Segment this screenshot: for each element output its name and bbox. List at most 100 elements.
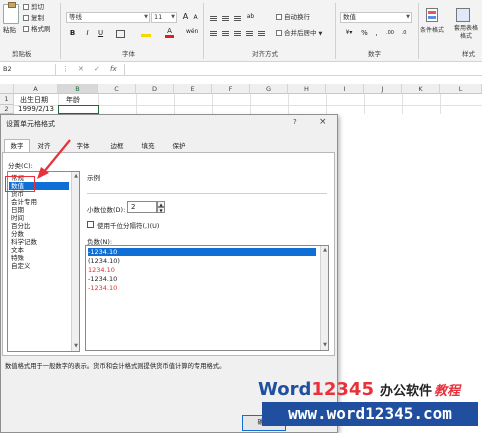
merge-center-button[interactable]: 合并后居中 ▼ — [276, 29, 322, 39]
alignment-group-label: 对齐方式 — [252, 50, 278, 58]
cut-button[interactable]: 剪切 — [23, 3, 44, 12]
fill-color-icon[interactable] — [141, 29, 151, 37]
list-item[interactable]: 时间 — [11, 214, 69, 222]
column-header[interactable]: I — [326, 84, 364, 94]
phonetic-icon[interactable]: wén — [186, 27, 198, 37]
column-header[interactable]: E — [174, 84, 212, 94]
increase-font-icon[interactable]: A — [181, 12, 190, 22]
paste-icon[interactable] — [3, 2, 19, 24]
italic-icon[interactable]: I — [83, 28, 92, 38]
list-item[interactable]: -1234.10 — [88, 284, 316, 292]
list-item[interactable]: -1234.10 — [88, 275, 316, 283]
format-as-table-button[interactable]: 套用表格格式 — [453, 25, 479, 41]
column-header[interactable]: G — [250, 84, 288, 94]
column-header[interactable]: F — [212, 84, 250, 94]
formula-input[interactable] — [125, 64, 482, 75]
align-center-icon[interactable] — [222, 31, 229, 32]
align-bottom-icon[interactable] — [234, 16, 241, 17]
category-scrollbar[interactable]: ▲ ▼ — [71, 172, 79, 351]
list-item[interactable]: 百分比 — [11, 222, 69, 230]
align-top-icon[interactable] — [210, 16, 217, 17]
list-item[interactable]: 会计专用 — [11, 198, 69, 206]
increase-indent-icon[interactable] — [258, 31, 265, 32]
selected-cell-b2[interactable] — [58, 105, 99, 114]
font-name-value: 等线 — [69, 13, 82, 21]
select-all-corner[interactable] — [0, 84, 14, 94]
watermark-number: 12345 — [311, 379, 374, 400]
column-header[interactable]: H — [288, 84, 326, 94]
ribbon: 粘贴 剪切 复制 格式刷 剪贴板 等线 ▼ 11 ▼ A A B I U A wén… — [0, 0, 482, 62]
list-item-selected[interactable]: -1234.10 — [88, 248, 316, 256]
number-format-select[interactable]: 数值 ▼ — [340, 12, 412, 23]
tab-fill[interactable]: 填充 — [135, 139, 161, 152]
copy-button[interactable]: 复制 — [23, 14, 44, 23]
tab-border[interactable]: 边框 — [104, 139, 130, 152]
scroll-up-icon[interactable]: ▲ — [321, 247, 329, 253]
font-group-label: 字体 — [122, 50, 135, 58]
insert-function-icon[interactable]: fx — [110, 64, 117, 75]
column-header[interactable]: C — [98, 84, 136, 94]
table-format-icon[interactable] — [456, 8, 470, 22]
list-item[interactable]: 科学记数 — [11, 238, 69, 246]
list-item[interactable]: (1234.10) — [88, 257, 316, 265]
list-item[interactable]: 分数 — [11, 230, 69, 238]
negative-scrollbar[interactable]: ▲ ▼ — [320, 246, 328, 350]
list-item[interactable]: 特殊 — [11, 254, 69, 262]
help-icon[interactable]: ? — [293, 118, 297, 126]
align-right-icon[interactable] — [234, 31, 241, 32]
column-header[interactable]: L — [440, 84, 482, 94]
decimal-places-input[interactable]: 2 — [127, 201, 157, 213]
decrease-font-icon[interactable]: A — [191, 13, 200, 23]
sample-preview — [87, 180, 327, 194]
cell-a2[interactable]: 1999/2/13 — [18, 105, 54, 114]
category-list[interactable]: 常规 数值 货币 会计专用 日期 时间 百分比 分数 科学记数 文本 特殊 自定… — [7, 171, 80, 352]
cancel-icon[interactable]: ✕ — [78, 64, 84, 75]
column-header[interactable]: J — [364, 84, 402, 94]
bold-icon[interactable]: B — [68, 28, 77, 38]
percent-icon[interactable]: % — [360, 28, 369, 38]
font-size-select[interactable]: 11 ▼ — [151, 12, 177, 23]
conditional-format-button[interactable]: 条件格式 — [420, 26, 444, 35]
row-header[interactable]: 2 — [0, 105, 14, 114]
negative-numbers-list[interactable]: -1234.10 (1234.10) 1234.10 -1234.10 -123… — [85, 245, 329, 351]
font-name-select[interactable]: 等线 ▼ — [66, 12, 150, 23]
comma-icon[interactable]: , — [372, 28, 381, 38]
column-header[interactable]: K — [402, 84, 440, 94]
currency-icon[interactable]: ¥▾ — [342, 28, 356, 38]
border-icon[interactable] — [116, 30, 125, 38]
list-item[interactable]: 1234.10 — [88, 266, 316, 274]
gridline — [364, 94, 365, 114]
list-item[interactable]: 日期 — [11, 206, 69, 214]
decrease-indent-icon[interactable] — [246, 31, 253, 32]
scroll-down-icon[interactable]: ▼ — [72, 343, 80, 349]
clipboard-group-label: 剪贴板 — [12, 50, 32, 58]
gridline — [288, 94, 289, 114]
list-item[interactable]: 自定义 — [11, 262, 69, 270]
tab-protection[interactable]: 保护 — [166, 139, 192, 152]
conditional-format-icon[interactable] — [426, 8, 438, 22]
close-icon[interactable]: × — [319, 117, 327, 127]
list-item[interactable]: 文本 — [11, 246, 69, 254]
increase-decimal-icon[interactable]: .00 — [384, 28, 396, 38]
align-middle-icon[interactable] — [222, 16, 229, 17]
underline-icon[interactable]: U — [96, 28, 105, 38]
decrease-decimal-icon[interactable]: .0 — [398, 28, 410, 38]
wrap-text-button[interactable]: 自动换行 — [276, 13, 310, 22]
column-header[interactable]: D — [136, 84, 174, 94]
align-left-icon[interactable] — [210, 31, 217, 32]
annotation-arrow-icon — [37, 139, 71, 179]
format-painter-button[interactable]: 格式刷 — [23, 25, 51, 34]
tab-number[interactable]: 数字 — [4, 139, 30, 153]
column-header-row: A B C D E F G H I J K L — [14, 84, 482, 94]
column-header[interactable]: A — [14, 84, 58, 94]
paste-button[interactable]: 粘贴 — [3, 26, 16, 35]
name-box[interactable]: B2 — [0, 64, 56, 75]
orientation-icon[interactable]: ab — [246, 12, 255, 22]
row-header[interactable]: 1 — [0, 94, 14, 105]
font-color-icon[interactable]: A — [165, 26, 174, 38]
column-header[interactable]: B — [58, 84, 98, 94]
enter-icon[interactable]: ✓ — [94, 64, 100, 75]
thousands-separator-checkbox[interactable] — [87, 221, 94, 228]
scroll-down-icon[interactable]: ▼ — [321, 342, 329, 348]
spinner-down-icon[interactable]: ▼ — [157, 207, 165, 213]
